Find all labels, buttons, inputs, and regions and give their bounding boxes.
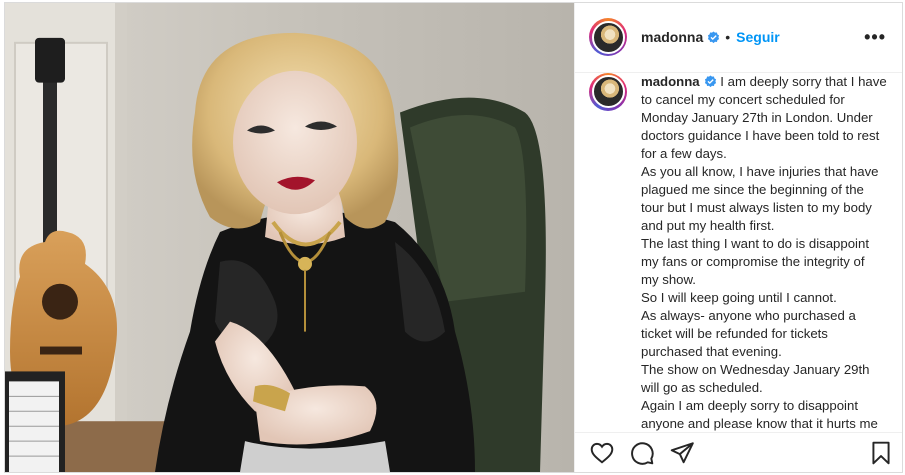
caption-line: As always- anyone who purchased a [641, 307, 856, 323]
caption-line: for a few days. [641, 145, 727, 161]
post-photo[interactable] [5, 3, 574, 472]
post-header: madonna • Seguir ••• [575, 3, 902, 73]
like-button[interactable] [589, 440, 615, 466]
caption-line: As you all know, I have injuries that ha… [641, 163, 879, 179]
caption-line: tour but I must always listen to my body [641, 199, 872, 215]
caption-username[interactable]: madonna [641, 74, 700, 89]
post-actions-bar [575, 432, 902, 472]
share-button[interactable] [669, 440, 695, 466]
caption-line: Again I am deeply sorry to disappoint [641, 397, 858, 413]
follow-button[interactable]: Seguir [736, 29, 780, 45]
caption-line: Monday January 27th in London. Under [641, 109, 873, 125]
post-side-panel: madonna • Seguir ••• madonna I am deeply… [574, 3, 902, 472]
caption-scroll-area[interactable]: madonna I am deeply sorry that I have to… [575, 72, 902, 432]
caption-avatar[interactable] [589, 72, 627, 111]
caption-text: madonna I am deeply sorry that I have to… [641, 73, 891, 432]
separator-dot: • [725, 29, 731, 46]
heart-icon [590, 442, 614, 463]
caption-line: anyone and please know that it hurts me [641, 415, 878, 431]
save-button[interactable] [868, 440, 894, 466]
caption-line: and put my health first. [641, 217, 775, 233]
profile-avatar[interactable] [589, 18, 627, 57]
caption-line: to cancel my concert scheduled for [641, 91, 845, 107]
more-options-button[interactable]: ••• [864, 27, 886, 48]
caption-line: ticket will be refunded for tickets [641, 325, 828, 341]
caption-line: my fans or compromise the integrity of [641, 253, 865, 269]
caption-line: The last thing I want to do is disappoin… [641, 235, 869, 251]
caption-line: The show on Wednesday January 29th [641, 361, 870, 377]
caption-line: So I will keep going until I cannot. [641, 289, 837, 305]
comment-icon [631, 441, 654, 465]
caption-avatar-image [591, 75, 625, 109]
avatar-image [591, 20, 625, 54]
caption-line: will go as scheduled. [641, 379, 763, 395]
verified-badge-icon [704, 75, 716, 87]
caption-row: madonna I am deeply sorry that I have to… [589, 72, 892, 432]
header-username[interactable]: madonna [641, 29, 703, 45]
bookmark-icon [872, 441, 890, 464]
instagram-post: madonna • Seguir ••• madonna I am deeply… [4, 2, 903, 473]
comment-button[interactable] [629, 440, 655, 466]
caption-line: purchased that evening. [641, 343, 782, 359]
paper-plane-icon [670, 441, 694, 463]
caption-line: my show. [641, 271, 696, 287]
caption-first-line: madonna I am deeply sorry that I have [641, 73, 891, 91]
photo-illustration [5, 3, 574, 472]
keyboard [5, 371, 65, 472]
caption-line: doctors guidance I have been told to res… [641, 127, 880, 143]
caption-line: plagued me since the beginning of the [641, 181, 864, 197]
caption-line: I am deeply sorry that I have [720, 73, 887, 89]
verified-badge-icon [708, 31, 720, 43]
